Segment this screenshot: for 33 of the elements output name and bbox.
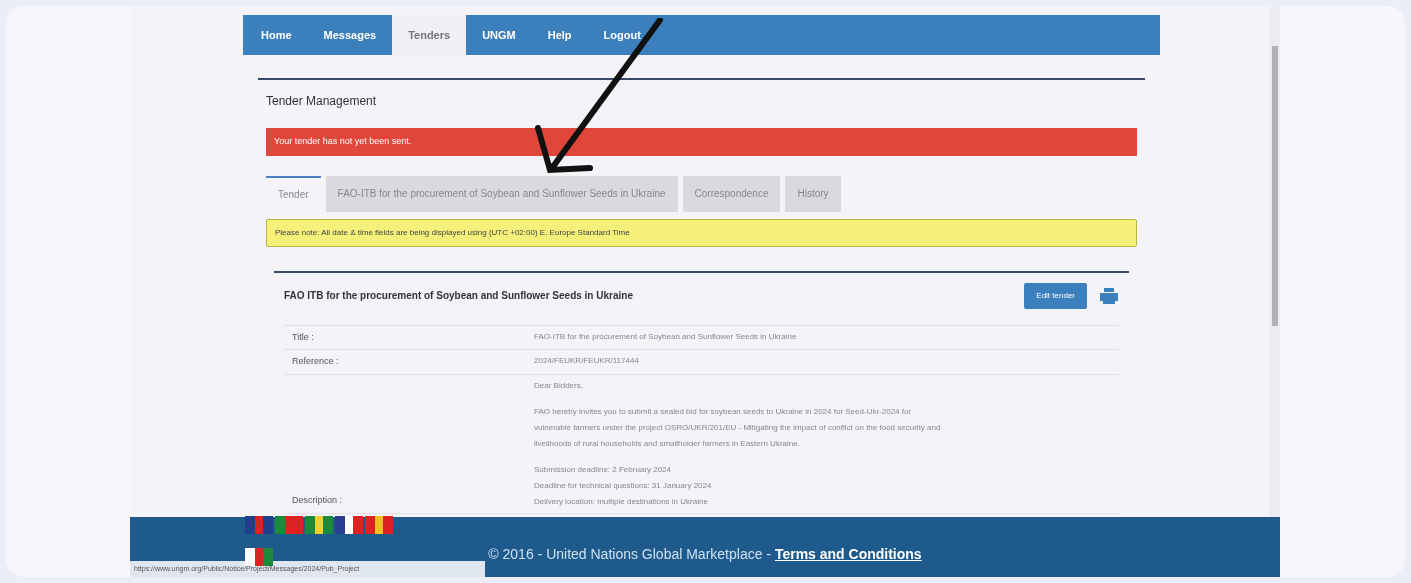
- footer-copyright: © 2016 - United Nations Global Marketplace -: [488, 545, 773, 564]
- nav-tab[interactable]: Help: [531, 15, 588, 55]
- nav-tab[interactable]: Tenders: [392, 15, 467, 55]
- row-value: vulnerable farmers under the project OSRO/UKR/201/EU - Mitigating the impact of conflict on the food security and: [534, 421, 942, 434]
- row-value: livelihoods of rural households and smallholder farmers in Eastern Ukraine.: [534, 437, 801, 450]
- nav-tab[interactable]: UNGM: [466, 15, 532, 55]
- nav-tab[interactable]: Messages: [307, 15, 393, 55]
- tab[interactable]: Tender: [266, 175, 321, 212]
- row-label: Title :: [292, 330, 314, 344]
- nav-tab[interactable]: Home: [245, 15, 308, 55]
- row-value: Delivery location: multiple destinations in Ukraine: [534, 495, 709, 508]
- terms-link[interactable]: Terms and Conditions: [774, 544, 922, 565]
- notice-banner: Please note: All date & time fields are being displayed using (UTC +02:00) E. Europe Standard Time: [266, 218, 1137, 247]
- edit-button[interactable]: Edit tender: [1024, 282, 1087, 309]
- row-label: Reference :: [292, 355, 339, 368]
- row-value: Submission deadline: 2 February 2024: [534, 463, 672, 476]
- nav-tab[interactable]: Logout: [587, 15, 657, 55]
- tender-heading: FAO ITB for the procurement of Soybean and Sunflower Seeds in Ukraine: [284, 289, 634, 303]
- row-value: FAO hereby invites you to submit a sealed bid for soybean seeds to Ukraine in 2024 for Seed-Ukr-2024 for: [534, 405, 913, 418]
- row-value: Deadline for technical questions: 31 January 2024: [534, 479, 713, 492]
- flag-icon[interactable]: [245, 548, 273, 566]
- row-value: FAO-ITB for the procurement of Soybean and Sunflower Seeds in Ukraine: [534, 330, 798, 343]
- scrollbar[interactable]: [1270, 6, 1280, 517]
- tab[interactable]: History: [785, 175, 841, 212]
- flag-icon[interactable]: [335, 516, 363, 534]
- tab[interactable]: FAO-ITB for the procurement of Soybean and Sunflower Seeds in Ukraine: [325, 175, 678, 212]
- row-value: Dear Bidders,: [534, 379, 584, 392]
- alert-banner: Your tender has not yet been sent.: [266, 128, 1137, 156]
- row-value: 2024/FEUKR/FEUKR/117444: [534, 355, 640, 367]
- page-title: Tender Management: [266, 93, 378, 110]
- tab[interactable]: Correspondence: [682, 175, 781, 212]
- print-icon[interactable]: [1099, 286, 1119, 305]
- row-label: Description :: [292, 494, 343, 507]
